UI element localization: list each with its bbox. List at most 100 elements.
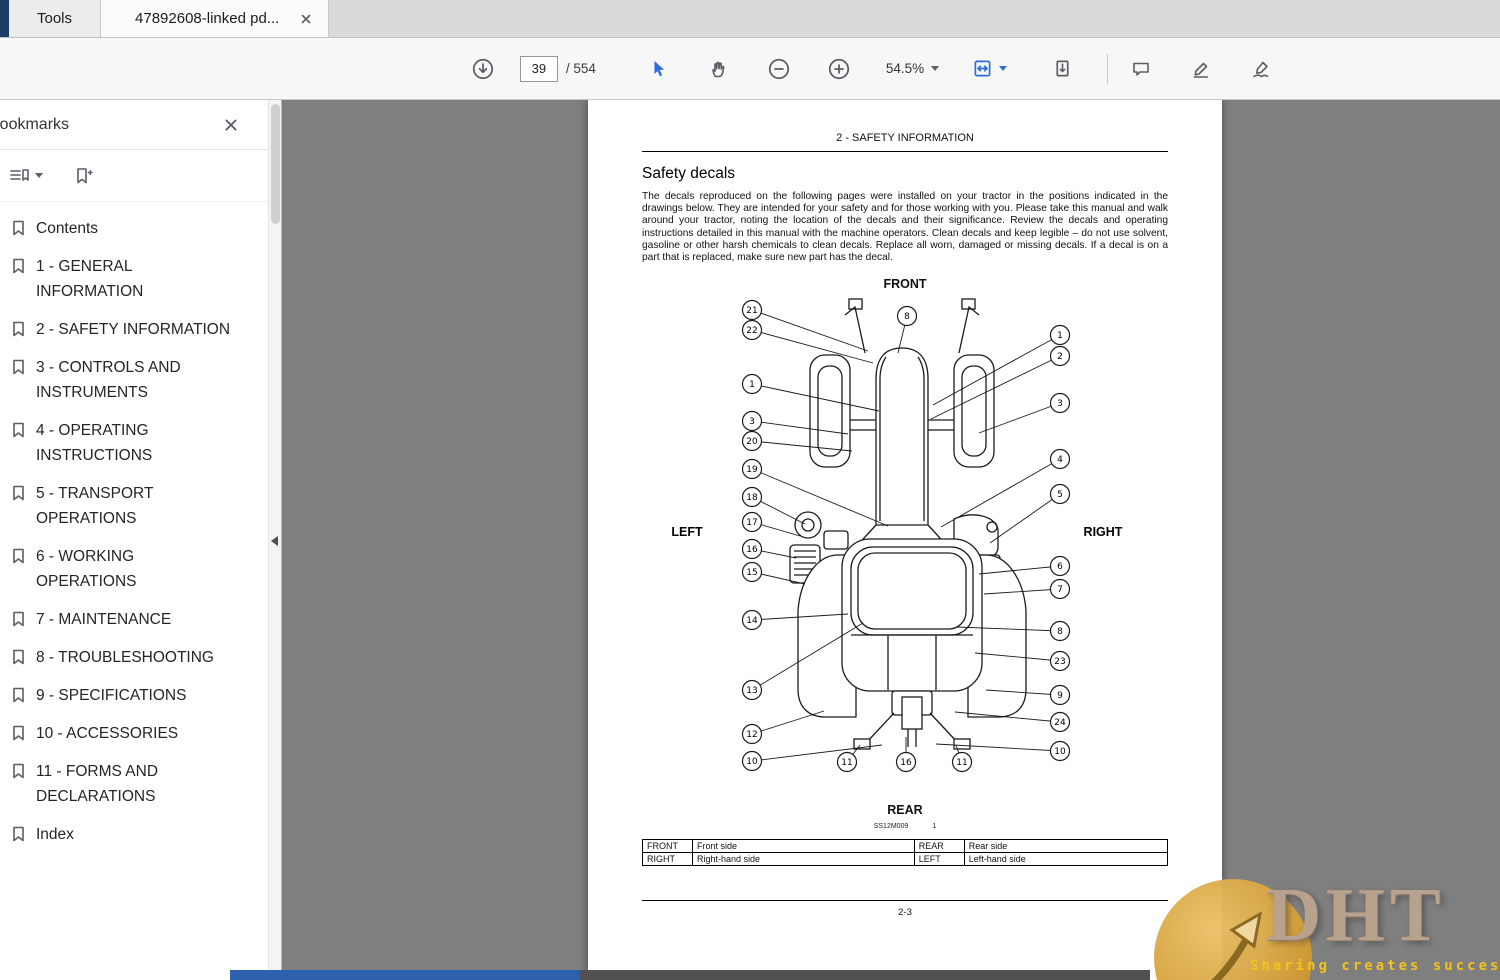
svg-text:23: 23 bbox=[1054, 658, 1065, 668]
page-count-label: / 554 bbox=[565, 61, 596, 76]
sidebar-item-operating-instructions[interactable]: 4 - OPERATING INSTRUCTIONS bbox=[10, 418, 257, 468]
tractor-top-view bbox=[789, 298, 1027, 751]
tab-tools[interactable]: Tools bbox=[9, 0, 102, 37]
bookmark-icon bbox=[10, 759, 27, 780]
svg-text:3: 3 bbox=[1057, 400, 1063, 410]
hand-tool-button[interactable] bbox=[702, 52, 736, 86]
callout-5: 5 bbox=[1049, 484, 1071, 505]
legend-value: Left-hand side bbox=[963, 852, 1169, 867]
body-paragraph: The decals reproduced on the following p… bbox=[642, 191, 1168, 264]
callout-3: 3 bbox=[741, 411, 763, 432]
figure-number: 1 bbox=[932, 823, 937, 831]
header-rule bbox=[642, 151, 1168, 152]
taskbar-strip-dark bbox=[580, 970, 1150, 980]
sidebar-item-transport-operations[interactable]: 5 - TRANSPORT OPERATIONS bbox=[10, 481, 257, 531]
select-tool-button[interactable] bbox=[642, 52, 676, 86]
fit-width-icon bbox=[974, 60, 991, 77]
chevron-down-icon[interactable] bbox=[999, 66, 1008, 71]
sidebar-item-controls-and-instruments[interactable]: 3 - CONTROLS AND INSTRUMENTS bbox=[10, 355, 257, 405]
zoom-in-button[interactable] bbox=[822, 52, 856, 86]
svg-text:20: 20 bbox=[746, 438, 758, 448]
callout-10: 10 bbox=[741, 751, 763, 772]
svg-text:7: 7 bbox=[1057, 586, 1063, 596]
sidebar-item-forms-and-declarations[interactable]: 11 - FORMS AND DECLARATIONS bbox=[10, 759, 257, 809]
bookmark-icon bbox=[10, 607, 27, 628]
callout-14: 14 bbox=[741, 610, 763, 631]
svg-text:1: 1 bbox=[1057, 332, 1063, 342]
highlight-button[interactable] bbox=[1184, 52, 1218, 86]
svg-text:3: 3 bbox=[749, 418, 755, 428]
callout-13: 13 bbox=[741, 680, 763, 701]
section-heading: Safety decals bbox=[642, 165, 736, 182]
legend-table: FRONT Front side REAR Rear side RIGHT Ri… bbox=[642, 839, 1169, 867]
scroll-mode-button[interactable] bbox=[1045, 52, 1079, 86]
sidebar-scrollbar-thumb[interactable] bbox=[271, 104, 280, 224]
bookmark-icon bbox=[10, 822, 27, 843]
callout-16: 16 bbox=[895, 752, 917, 773]
close-tab-icon[interactable] bbox=[298, 11, 314, 27]
page-number-input[interactable] bbox=[519, 55, 558, 82]
bookmark-icon bbox=[10, 544, 27, 565]
new-bookmark-button[interactable] bbox=[73, 166, 93, 186]
sidebar-item-index[interactable]: Index bbox=[10, 822, 257, 847]
callout-6: 6 bbox=[1049, 556, 1071, 577]
zoom-level-dropdown[interactable]: 54.5% bbox=[885, 61, 940, 76]
download-button[interactable] bbox=[466, 52, 500, 86]
collapse-panel-handle[interactable] bbox=[268, 528, 280, 554]
watermark-title: DHT bbox=[1266, 873, 1446, 957]
callout-8: 8 bbox=[896, 306, 918, 327]
sidebar-item-troubleshooting[interactable]: 8 - TROUBLESHOOTING bbox=[10, 645, 257, 670]
comment-bubble-icon bbox=[1133, 62, 1149, 76]
callout-3: 3 bbox=[1049, 393, 1071, 414]
pdf-page: 2 - SAFETY INFORMATION Safety decals The… bbox=[588, 100, 1222, 980]
callout-12: 12 bbox=[741, 724, 763, 745]
document-viewport[interactable]: 2 - SAFETY INFORMATION Safety decals The… bbox=[282, 100, 1500, 980]
legend-key: FRONT bbox=[642, 839, 693, 854]
bookmark-icon bbox=[10, 216, 27, 237]
comment-button[interactable] bbox=[1124, 52, 1158, 86]
sidebar-item-general-information[interactable]: 1 - GENERAL INFORMATION bbox=[10, 254, 257, 304]
svg-text:12: 12 bbox=[746, 731, 757, 741]
svg-text:14: 14 bbox=[746, 617, 758, 627]
sidebar-item-working-operations[interactable]: 6 - WORKING OPERATIONS bbox=[10, 544, 257, 594]
zoom-level-value: 54.5% bbox=[885, 61, 925, 76]
sign-button[interactable] bbox=[1244, 52, 1278, 86]
sidebar-item-accessories[interactable]: 10 - ACCESSORIES bbox=[10, 721, 257, 746]
callout-22: 22 bbox=[741, 320, 763, 341]
callout-15: 15 bbox=[741, 562, 763, 583]
tools-tab-label: Tools bbox=[37, 10, 73, 27]
signature-pen-icon bbox=[1253, 61, 1269, 77]
sidebar-item-safety-information[interactable]: 2 - SAFETY INFORMATION bbox=[10, 317, 257, 342]
svg-text:8: 8 bbox=[904, 313, 910, 323]
legend-key: RIGHT bbox=[642, 852, 693, 867]
svg-text:15: 15 bbox=[746, 569, 757, 579]
legend-value: Front side bbox=[692, 839, 915, 854]
new-bookmark-icon bbox=[77, 167, 93, 183]
svg-text:10: 10 bbox=[1054, 748, 1066, 758]
legend-value: Rear side bbox=[963, 839, 1169, 854]
svg-text:16: 16 bbox=[900, 759, 912, 769]
fit-page-button[interactable] bbox=[965, 52, 999, 86]
svg-text:11: 11 bbox=[841, 759, 852, 769]
bookmarks-panel: Bookmarks Conte bbox=[0, 100, 282, 980]
bookmarks-title: Bookmarks bbox=[0, 115, 70, 133]
svg-text:11: 11 bbox=[956, 759, 967, 769]
sidebar-item-contents[interactable]: Contents bbox=[10, 216, 257, 241]
sidebar-item-specifications[interactable]: 9 - SPECIFICATIONS bbox=[10, 683, 257, 708]
zoom-out-button[interactable] bbox=[762, 52, 796, 86]
callout-16: 16 bbox=[741, 539, 763, 560]
svg-text:1: 1 bbox=[749, 381, 755, 391]
page-footer-number: 2-3 bbox=[898, 907, 912, 919]
table-row: FRONT Front side REAR Rear side bbox=[642, 839, 1169, 854]
sidebar-item-maintenance[interactable]: 7 - MAINTENANCE bbox=[10, 607, 257, 632]
callout-4: 4 bbox=[1049, 449, 1071, 470]
callout-21: 21 bbox=[741, 300, 763, 321]
collapse-arrow-icon bbox=[270, 536, 278, 546]
callout-7: 7 bbox=[1049, 579, 1071, 600]
svg-text:4: 4 bbox=[1057, 456, 1063, 466]
cursor-icon bbox=[654, 60, 664, 76]
tab-document[interactable]: 47892608-linked pd... bbox=[101, 0, 330, 37]
close-panel-icon[interactable] bbox=[221, 115, 241, 135]
page-scroll-icon bbox=[1056, 60, 1069, 77]
bookmark-options-button[interactable] bbox=[8, 166, 43, 186]
